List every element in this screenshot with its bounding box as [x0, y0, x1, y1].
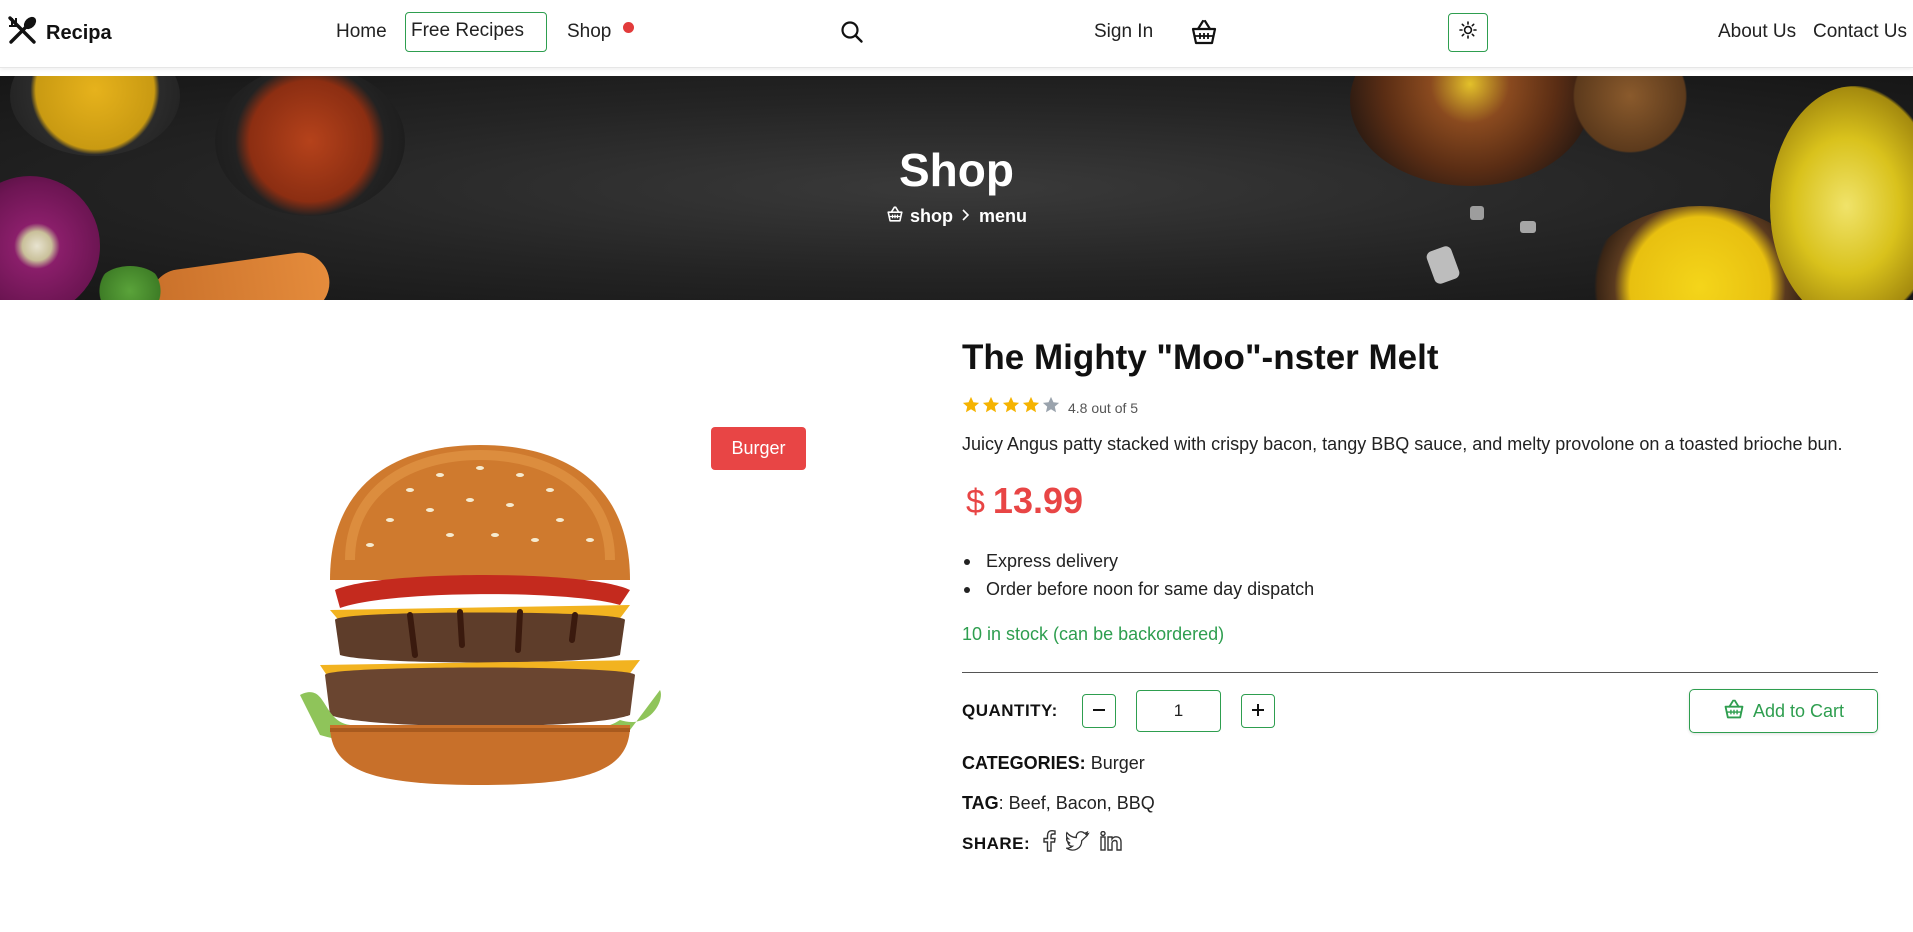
product-categories: CATEGORIES: Burger [962, 753, 1145, 774]
chevron-right-icon [959, 206, 973, 227]
product-title: The Mighty "Moo"-nster Melt [962, 338, 1439, 377]
decor-salt-2 [1470, 206, 1484, 220]
decor-carrot [146, 248, 334, 300]
add-to-cart-button[interactable]: Add to Cart [1689, 689, 1878, 733]
feature-list: Express delivery Order before noon for s… [962, 550, 1314, 606]
basket-icon[interactable] [1190, 19, 1218, 45]
add-to-cart-label: Add to Cart [1752, 700, 1845, 721]
brand-logo[interactable]: Recipa [6, 14, 112, 53]
product-description: Juicy Angus patty stacked with crispy ba… [962, 434, 1843, 454]
quantity-label: QUANTITY: [962, 701, 1058, 720]
increase-quantity-button[interactable] [1241, 694, 1275, 728]
nav-about-link[interactable]: About Us [1718, 20, 1796, 44]
category-link[interactable]: Burger [1091, 753, 1145, 773]
sun-icon [1459, 21, 1477, 44]
star-icon [1042, 396, 1060, 419]
currency-symbol: $ [966, 483, 985, 521]
list-item: Express delivery [962, 550, 1314, 572]
navbar: Recipa Home Free Recipes Shop Sign In Ab… [0, 0, 1913, 68]
rating-text: 4.8 out of 5 [1068, 399, 1139, 416]
categories-label: CATEGORIES: [962, 753, 1086, 773]
nav-shop-link[interactable]: Shop [567, 20, 611, 44]
tag-label: TAG [962, 793, 999, 813]
list-item: Order before noon for same day dispatch [962, 578, 1314, 600]
basket-icon [1723, 699, 1745, 724]
facebook-icon[interactable] [1042, 829, 1056, 857]
decor-salt-1 [1424, 244, 1462, 286]
breadcrumb-shop-link[interactable]: shop [910, 206, 953, 227]
basket-icon [886, 206, 904, 227]
shop-notification-dot [623, 22, 634, 33]
theme-toggle-button[interactable] [1448, 13, 1488, 52]
minus-icon [1091, 702, 1107, 721]
divider [962, 672, 1878, 673]
star-icon [982, 396, 1000, 419]
star-icon [962, 396, 980, 419]
nav-sign-in-link[interactable]: Sign In [1094, 20, 1153, 44]
product-image [290, 440, 670, 790]
product-price: $ 13.99 [966, 480, 1083, 522]
quantity-input[interactable] [1136, 690, 1221, 732]
plus-icon [1250, 702, 1266, 721]
linkedin-icon[interactable] [1100, 830, 1122, 856]
tag-values[interactable]: : Beef, Bacon, BBQ [999, 793, 1155, 813]
twitter-icon[interactable] [1064, 830, 1090, 856]
nav-free-recipes-link[interactable]: Free Recipes [405, 12, 547, 52]
product-tags: TAG: Beef, Bacon, BBQ [962, 793, 1155, 814]
star-icon [1022, 396, 1040, 419]
fork-knife-icon [6, 14, 40, 53]
share-row: SHARE: [962, 829, 1122, 857]
price-value: 13.99 [992, 480, 1084, 521]
breadcrumb-current: menu [979, 206, 1028, 226]
decor-salt-3 [1520, 221, 1536, 233]
search-icon[interactable] [840, 20, 864, 44]
category-badge: Burger [711, 427, 806, 470]
star-icon [1002, 396, 1020, 419]
hero-banner: Shop shop menu [0, 76, 1913, 300]
page-title: Shop [899, 144, 1014, 196]
decrease-quantity-button[interactable] [1082, 694, 1116, 728]
product-rating: 4.8 out of 5 [962, 396, 1138, 419]
brand-name: Recipa [46, 22, 112, 44]
decor-herbs [95, 266, 165, 300]
stock-status: 10 in stock (can be backordered) [962, 624, 1225, 644]
share-label: SHARE: [962, 833, 1031, 853]
breadcrumb: shop menu [886, 206, 1027, 227]
nav-home-link[interactable]: Home [336, 20, 387, 44]
nav-contact-link[interactable]: Contact Us [1813, 20, 1907, 44]
